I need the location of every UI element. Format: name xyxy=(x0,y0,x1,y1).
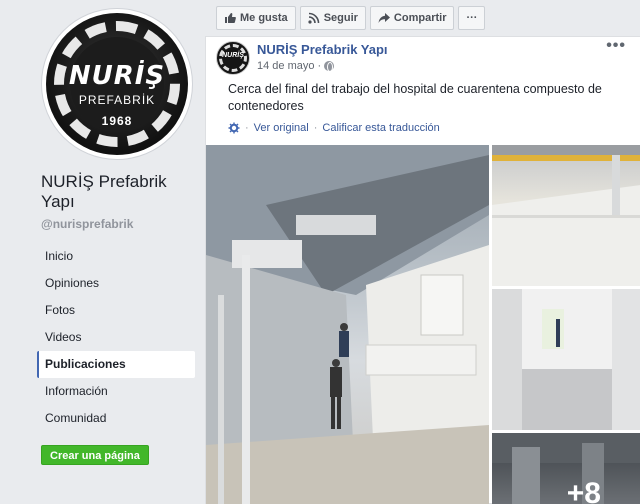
more-actions-button[interactable]: ··· xyxy=(458,6,486,30)
post-author-avatar[interactable]: NURİŞ xyxy=(216,41,250,75)
post-author-name[interactable]: NURİŞ Prefabrik Yapı xyxy=(257,42,388,57)
post-photo-3[interactable] xyxy=(492,289,640,430)
post-photo-4[interactable]: +8 xyxy=(492,433,640,504)
globe-icon[interactable] xyxy=(324,61,335,72)
nav-item-videos[interactable]: Videos xyxy=(37,324,195,351)
meta-separator: · xyxy=(317,60,322,72)
rate-translation-link[interactable]: Calificar esta traducción xyxy=(322,122,439,134)
logo-sub-text: PREFABRİK xyxy=(78,93,156,107)
more-horizontal-icon: ··· xyxy=(466,12,478,24)
avatar-logo-text: NURİŞ xyxy=(222,52,244,59)
gear-icon[interactable] xyxy=(228,122,240,134)
follow-label: Seguir xyxy=(323,12,358,24)
create-page-button[interactable]: Crear una página xyxy=(41,445,149,465)
post-card: NURİŞ NURİŞ Prefabrik Yapı 14 de mayo · … xyxy=(205,36,640,504)
like-label: Me gusta xyxy=(240,12,288,24)
rss-icon xyxy=(308,12,319,24)
more-photos-count[interactable]: +8 xyxy=(567,477,601,504)
share-label: Compartir xyxy=(393,12,447,24)
page-name[interactable]: NURİŞ Prefabrik Yapı xyxy=(41,172,191,212)
post-text: Cerca del final del trabajo del hospital… xyxy=(228,82,602,113)
see-original-link[interactable]: Ver original xyxy=(254,122,309,134)
nav-item-inicio[interactable]: Inicio xyxy=(37,243,195,270)
page-nav: Inicio Opiniones Fotos Videos Publicacio… xyxy=(37,243,195,432)
left-sidebar: NURİŞ PREFABRİK 1968 NURİŞ Prefabrik Yap… xyxy=(0,0,205,504)
translation-separator: · xyxy=(245,122,249,134)
post-photo-grid: +8 xyxy=(206,145,640,504)
nav-item-fotos[interactable]: Fotos xyxy=(37,297,195,324)
translation-bar: · Ver original · Calificar esta traducci… xyxy=(228,122,440,134)
follow-button[interactable]: Seguir xyxy=(299,6,366,30)
page-actions-bar: Me gusta Seguir Compartir ··· xyxy=(216,6,486,31)
page-profile-picture[interactable]: NURİŞ PREFABRİK 1968 xyxy=(42,9,192,159)
nav-item-opiniones[interactable]: Opiniones xyxy=(37,270,195,297)
share-arrow-icon xyxy=(378,13,390,23)
thumbs-up-icon xyxy=(225,13,236,23)
logo-brand-text: NURİŞ xyxy=(68,61,166,91)
post-photo-2[interactable] xyxy=(492,145,640,286)
logo-image: NURİŞ PREFABRİK 1968 xyxy=(46,13,188,155)
nav-item-comunidad[interactable]: Comunidad xyxy=(37,405,195,432)
post-photo-main[interactable] xyxy=(206,145,489,504)
nav-item-informacion[interactable]: Información xyxy=(37,378,195,405)
construction-corridor-illustration xyxy=(206,145,489,504)
logo-year-text: 1968 xyxy=(101,114,133,128)
like-button[interactable]: Me gusta xyxy=(216,6,296,30)
share-button[interactable]: Compartir xyxy=(369,6,455,30)
nav-item-publicaciones[interactable]: Publicaciones xyxy=(37,351,195,378)
translation-separator-2: · xyxy=(313,122,318,134)
post-meta: 14 de mayo · xyxy=(257,60,335,72)
post-date[interactable]: 14 de mayo xyxy=(257,60,314,72)
page-handle[interactable]: @nurisprefabrik xyxy=(41,217,133,231)
post-options-button[interactable]: ••• xyxy=(606,37,626,55)
